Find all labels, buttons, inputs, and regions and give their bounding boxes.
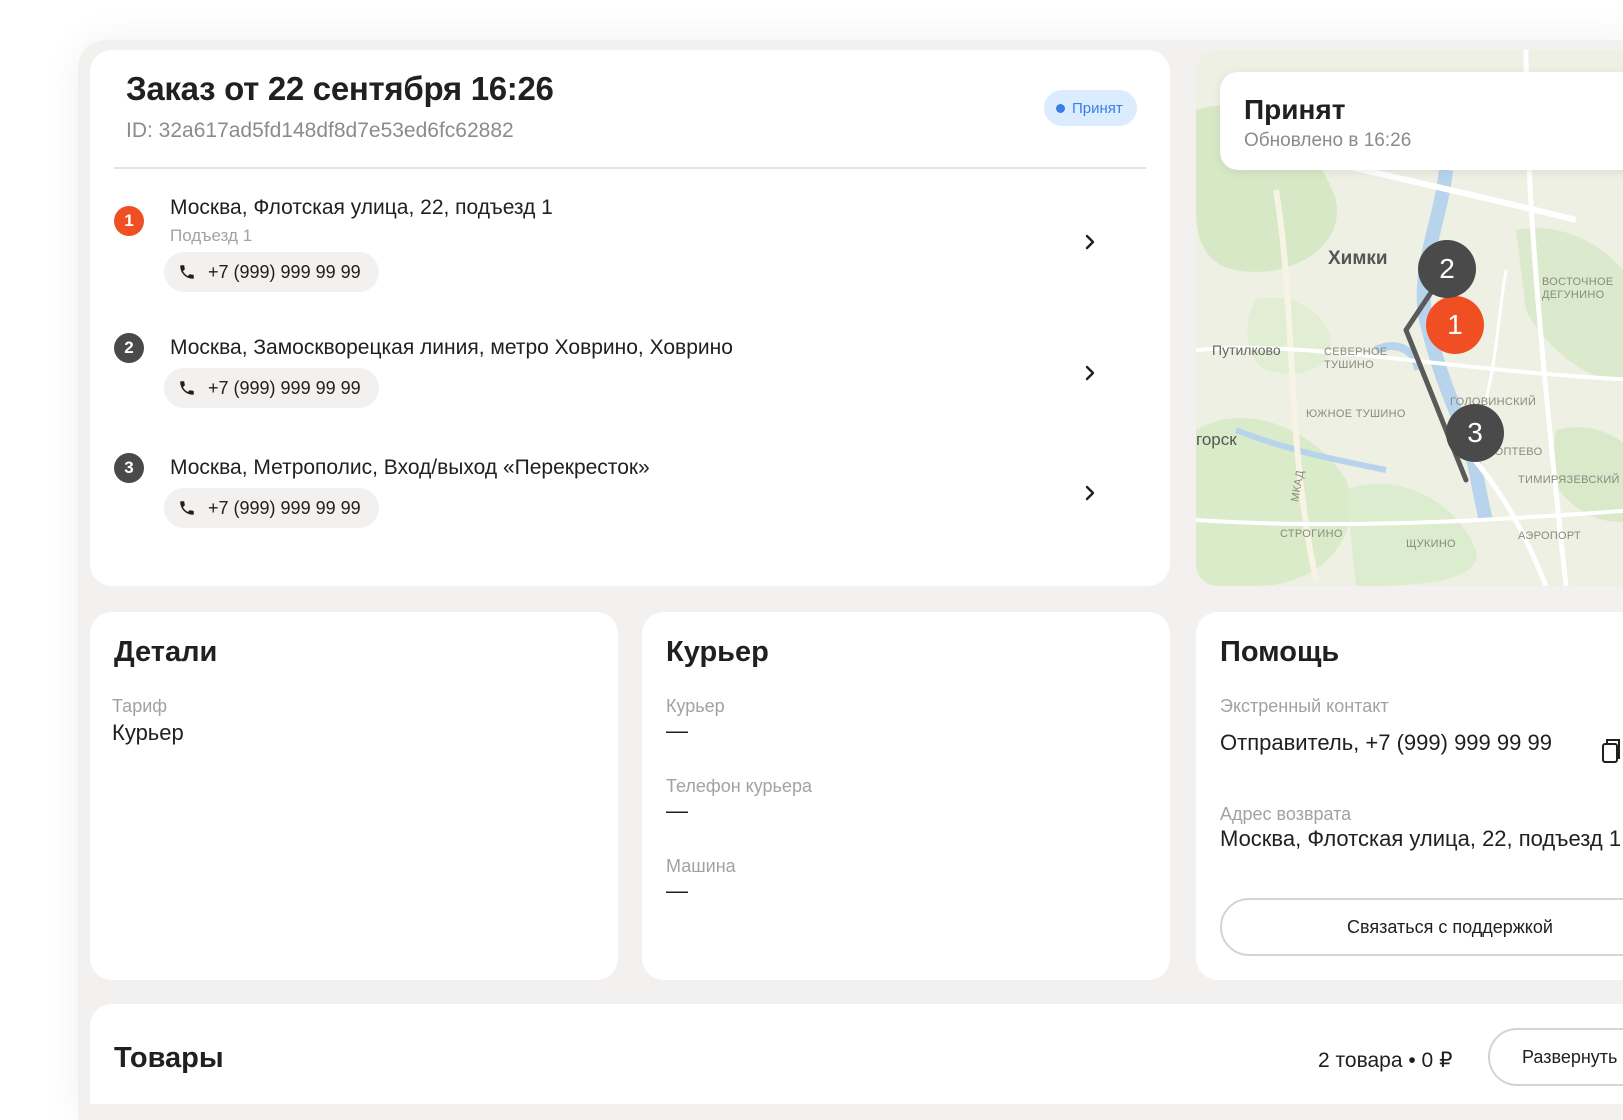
- chevron-right-icon: [1080, 483, 1100, 503]
- expand-goods-button[interactable]: Развернуть: [1488, 1028, 1623, 1086]
- goods-card: Товары 2 товара • 0 ₽ Развернуть: [90, 1004, 1623, 1104]
- stop-phone: +7 (999) 999 99 99: [208, 261, 361, 282]
- map-label-aeroport: АЭРОПОРТ: [1518, 530, 1582, 542]
- tariff-value: Курьер: [112, 720, 184, 745]
- map-label-strogino: СТРОГИНО: [1280, 528, 1343, 540]
- map-status-panel: Принят Обновлено в 16:26: [1220, 72, 1623, 170]
- emergency-contact-label: Экстренный контакт: [1220, 696, 1389, 716]
- stop-address: Москва, Замоскворецкая линия, метро Ховр…: [170, 336, 733, 359]
- courier-value: —: [666, 718, 688, 743]
- status-dot-icon: [1056, 103, 1065, 113]
- route-stop-3[interactable]: 3 Москва, Метрополис, Вход/выход «Перекр…: [90, 450, 1170, 550]
- divider: [114, 167, 1146, 169]
- stop-phone-chip[interactable]: +7 (999) 999 99 99: [164, 368, 379, 408]
- phone-icon: [178, 499, 196, 517]
- goods-title: Товары: [114, 1042, 224, 1074]
- map-label-sev-tushino: СЕВЕРНОЕ ТУШИНО: [1324, 346, 1388, 371]
- map-marker-2[interactable]: 2: [1418, 240, 1476, 298]
- stop-phone-chip[interactable]: +7 (999) 999 99 99: [164, 488, 379, 528]
- courier-card: Курьер Курьер — Телефон курьера — Машина…: [642, 612, 1170, 980]
- map-marker-1[interactable]: 1: [1426, 296, 1484, 354]
- map-label-shchukino: ЩУКИНО: [1406, 538, 1456, 550]
- status-badge-label: Принят: [1072, 99, 1123, 117]
- stop-number-badge: 3: [114, 453, 144, 483]
- stop-note: Подъезд 1: [170, 226, 253, 245]
- courier-phone-value: —: [666, 798, 688, 823]
- phone-icon: [178, 263, 196, 281]
- route-map[interactable]: Химки Путилково СЕВЕРНОЕ ТУШИНО ЮЖНОЕ ТУ…: [1196, 50, 1623, 586]
- map-marker-3[interactable]: 3: [1446, 404, 1504, 462]
- stop-number-badge: 2: [114, 333, 144, 363]
- copy-icon[interactable]: [1600, 736, 1622, 771]
- contact-support-button[interactable]: Связаться с поддержкой: [1220, 898, 1623, 956]
- details-title: Детали: [114, 636, 218, 668]
- car-label: Машина: [666, 856, 736, 876]
- chevron-right-icon: [1080, 232, 1100, 252]
- route-stop-2[interactable]: 2 Москва, Замоскворецкая линия, метро Хо…: [90, 330, 1170, 430]
- details-card: Детали Тариф Курьер: [90, 612, 618, 980]
- order-id: ID: 32a617ad5fd148df8d7e53ed6fc62882: [126, 119, 514, 142]
- map-status-title: Принят: [1244, 94, 1346, 125]
- stop-address: Москва, Метрополис, Вход/выход «Перекрес…: [170, 456, 650, 479]
- map-label-gorsk: горск: [1196, 430, 1237, 449]
- car-value: —: [666, 878, 688, 903]
- stop-address: Москва, Флотская улица, 22, подъезд 1: [170, 196, 553, 219]
- order-card: Заказ от 22 сентября 16:26 ID: 32a617ad5…: [90, 50, 1170, 586]
- map-label-vostochnoe: ВОСТОЧНОЕ ДЕГУНИНО: [1542, 276, 1614, 301]
- help-title: Помощь: [1220, 636, 1340, 668]
- status-badge: Принят: [1044, 90, 1137, 126]
- map-label-khimki: Химки: [1328, 248, 1388, 269]
- courier-label: Курьер: [666, 696, 725, 716]
- map-label-putilkovo: Путилково: [1212, 342, 1281, 358]
- goods-summary: 2 товара • 0 ₽: [1318, 1049, 1453, 1072]
- stop-number-badge: 1: [114, 206, 144, 236]
- return-address-value: Москва, Флотская улица, 22, подъезд 1: [1220, 826, 1622, 851]
- chevron-right-icon: [1080, 363, 1100, 383]
- emergency-contact-value: Отправитель, +7 (999) 999 99 99: [1220, 730, 1552, 755]
- map-status-updated: Обновлено в 16:26: [1244, 130, 1412, 151]
- map-label-yuzh-tushino: ЮЖНОЕ ТУШИНО: [1306, 408, 1406, 420]
- order-title: Заказ от 22 сентября 16:26: [126, 70, 554, 107]
- stop-phone: +7 (999) 999 99 99: [208, 377, 361, 398]
- stop-phone: +7 (999) 999 99 99: [208, 497, 361, 518]
- courier-title: Курьер: [666, 636, 769, 668]
- stop-phone-chip[interactable]: +7 (999) 999 99 99: [164, 252, 379, 292]
- phone-icon: [178, 379, 196, 397]
- route-stop-1[interactable]: 1 Москва, Флотская улица, 22, подъезд 1 …: [90, 190, 1170, 310]
- map-label-timiryazevsky: ТИМИРЯЗЕВСКИЙ: [1518, 474, 1620, 486]
- courier-phone-label: Телефон курьера: [666, 776, 812, 796]
- tariff-label: Тариф: [112, 696, 168, 716]
- help-card: Помощь Экстренный контакт Отправитель, +…: [1196, 612, 1623, 980]
- return-address-label: Адрес возврата: [1220, 804, 1352, 824]
